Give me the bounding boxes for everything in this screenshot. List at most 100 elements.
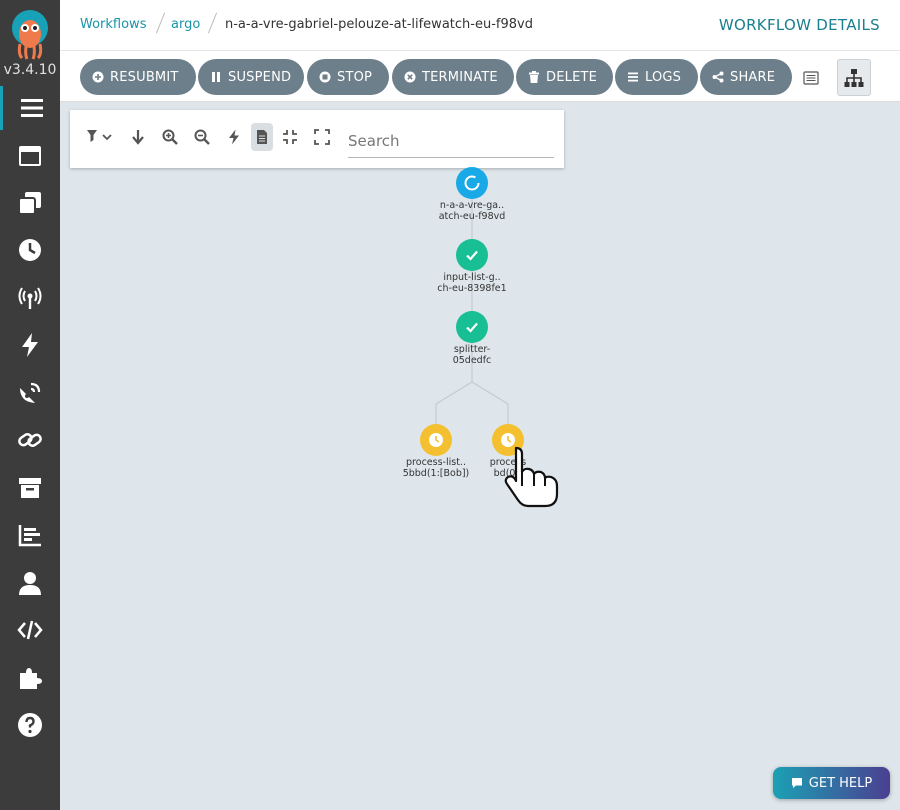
nav-workflows[interactable] — [0, 86, 60, 130]
workflow-node-pending[interactable] — [420, 424, 452, 456]
bars-icon — [628, 72, 638, 82]
fullscreen-button[interactable] — [314, 123, 330, 151]
satellite-dish-icon — [20, 382, 41, 403]
window-icon — [19, 146, 41, 166]
nav-help[interactable] — [0, 703, 60, 747]
nav-cron-workflows[interactable] — [0, 228, 60, 272]
breadcrumb-workflow-name: n-a-a-vre-gabriel-pelouze-at-lifewatch-e… — [225, 17, 533, 32]
bolt-icon — [229, 129, 239, 145]
puzzle-icon — [20, 668, 42, 689]
sitemap-icon — [844, 68, 864, 87]
get-help-label: GET HELP — [808, 775, 873, 791]
code-icon — [17, 620, 43, 640]
graph-search-input[interactable] — [348, 124, 554, 158]
delete-label: DELETE — [546, 69, 598, 85]
nav-api-docs[interactable] — [0, 608, 60, 652]
breadcrumb-separator — [207, 12, 218, 34]
list-alt-icon — [803, 70, 819, 85]
check-icon — [466, 250, 478, 261]
nav-sensors[interactable] — [0, 323, 60, 367]
nav-event-flow[interactable] — [0, 371, 60, 415]
logs-button[interactable]: LOGS — [615, 59, 698, 95]
clock-icon — [19, 239, 41, 261]
graph-options-panel — [70, 110, 564, 168]
nav-cluster-workflow-templates[interactable] — [0, 181, 60, 225]
node-label: input-list-g.. ch-eu-8398fe1 — [417, 272, 527, 294]
clone-icon — [18, 192, 41, 215]
get-help-button[interactable]: GET HELP — [773, 767, 890, 799]
zoom-out-button[interactable] — [194, 123, 210, 151]
share-icon — [712, 71, 724, 83]
workflow-node-running[interactable] — [456, 167, 488, 199]
stop-label: STOP — [337, 69, 373, 85]
page-title: WORKFLOW DETAILS — [718, 16, 880, 34]
trash-icon — [529, 71, 539, 83]
question-circle-icon — [18, 713, 42, 737]
terminate-label: TERMINATE — [422, 69, 498, 85]
filter-icon — [87, 130, 112, 142]
search-minus-icon — [194, 129, 210, 145]
chart-bar-icon — [18, 525, 41, 547]
fast-render-toggle[interactable] — [226, 123, 242, 151]
breadcrumb-workflows[interactable]: Workflows — [80, 17, 146, 32]
stop-button[interactable]: STOP — [307, 59, 389, 95]
share-label: SHARE — [730, 69, 776, 85]
times-circle-icon — [404, 71, 416, 83]
graph-view-button[interactable] — [837, 59, 871, 96]
top-bar: Workflows argo n-a-a-vre-gabriel-pelouze… — [60, 0, 900, 51]
breadcrumb-namespace[interactable]: argo — [171, 17, 200, 32]
plus-circle-icon — [92, 71, 104, 83]
workflow-node-succeeded[interactable] — [456, 311, 488, 343]
terminate-button[interactable]: TERMINATE — [392, 59, 514, 95]
argo-logo[interactable] — [10, 10, 50, 60]
collapse-button[interactable] — [282, 123, 298, 151]
nav-event-sources[interactable] — [0, 276, 60, 320]
nav-pipelines[interactable] — [0, 418, 60, 462]
expand-icon — [314, 129, 330, 145]
bolt-icon — [22, 333, 38, 357]
nav-user[interactable] — [0, 561, 60, 605]
workflow-node-succeeded[interactable] — [456, 239, 488, 271]
suspend-label: SUSPEND — [228, 69, 292, 85]
user-icon — [19, 572, 41, 595]
node-name-suffix: atch-eu-f98vd — [438, 211, 506, 222]
resubmit-button[interactable]: RESUBMIT — [80, 59, 196, 95]
comment-icon — [791, 778, 802, 788]
delete-button[interactable]: DELETE — [516, 59, 613, 95]
check-icon — [466, 322, 478, 333]
zoom-in-button[interactable] — [162, 123, 178, 151]
nav-plugins[interactable] — [0, 656, 60, 700]
file-alt-icon — [257, 130, 267, 144]
archive-icon — [19, 478, 41, 498]
clock-icon — [429, 433, 443, 447]
action-toolbar: RESUBMIT SUSPEND STOP TERMINATE DELETE L… — [60, 51, 900, 102]
nav-archived-workflows[interactable] — [0, 466, 60, 510]
breadcrumb-separator — [155, 12, 166, 34]
node-name-suffix: 05dedfc — [452, 355, 492, 366]
nav-workflow-templates[interactable] — [0, 134, 60, 178]
node-label: splitter- 05dedfc — [417, 344, 527, 366]
resubmit-label: RESUBMIT — [110, 69, 179, 85]
version-label: v3.4.10 — [3, 62, 57, 78]
share-button[interactable]: SHARE — [700, 59, 792, 95]
compress-icon — [283, 130, 297, 144]
suspend-button[interactable]: SUSPEND — [198, 59, 304, 95]
arrow-down-icon — [132, 130, 144, 145]
show-artifacts-toggle[interactable] — [251, 123, 273, 151]
search-plus-icon — [162, 129, 178, 145]
hand-pointer-cursor-icon — [504, 446, 559, 508]
sidebar: v3.4.10 — [0, 0, 60, 810]
direction-toggle[interactable] — [130, 123, 146, 151]
stop-circle-icon — [319, 71, 331, 83]
nav-reports[interactable] — [0, 513, 60, 557]
bars-icon — [20, 99, 43, 117]
link-icon — [18, 433, 42, 447]
logs-label: LOGS — [645, 69, 682, 85]
filter-dropdown[interactable] — [86, 123, 116, 151]
timeline-view-button[interactable] — [794, 59, 828, 96]
node-name: input-list-g.. — [443, 272, 501, 283]
node-name: n-a-a-vre-ga.. — [439, 200, 505, 211]
node-name-suffix: ch-eu-8398fe1 — [437, 283, 507, 294]
running-icon — [464, 175, 480, 191]
node-name: splitter- — [453, 344, 491, 355]
